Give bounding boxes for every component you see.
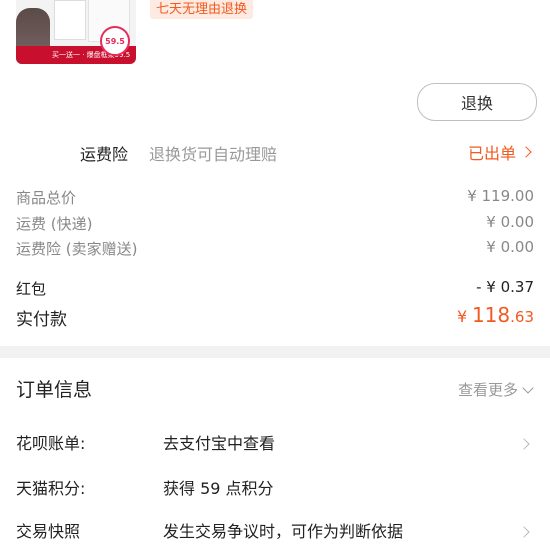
thumbnail-document-image xyxy=(54,0,86,40)
paid-label: 实付款 xyxy=(16,310,67,330)
view-more-link[interactable]: 查看更多 xyxy=(457,379,534,400)
thumbnail-price-badge: 59.5 xyxy=(100,26,130,56)
insurance-status-text: 已出单 xyxy=(467,144,516,163)
trade-snapshot-label: 交易快照 xyxy=(16,522,81,541)
order-info-title: 订单信息 xyxy=(16,379,93,401)
shipping-fee-amount: ¥ 0.00 xyxy=(486,213,534,231)
return-exchange-button[interactable]: 退换 xyxy=(417,83,537,121)
return-policy-tag: 七天无理由退换 xyxy=(150,0,254,19)
red-packet-amount: - ¥ 0.37 xyxy=(476,278,534,296)
insurance-fee-label: 运费险 (卖家赠送) xyxy=(16,240,138,258)
huabei-bill-label: 花呗账单: xyxy=(16,434,86,453)
paid-currency: ¥ xyxy=(456,307,468,326)
shipping-insurance-status[interactable]: 已出单 xyxy=(467,140,532,164)
chevron-right-icon xyxy=(520,146,532,158)
subtotal-amount: ¥ 119.00 xyxy=(467,187,534,205)
insurance-fee-amount: ¥ 0.00 xyxy=(486,238,534,256)
huabei-chevron[interactable] xyxy=(518,434,530,452)
product-thumbnail[interactable]: 买一送一 · 爆盘框架59.5 59.5 xyxy=(16,0,136,64)
shipping-fee-label: 运费 (快递) xyxy=(16,215,93,233)
chevron-down-icon xyxy=(522,381,534,394)
red-packet-label: 红包 xyxy=(16,280,47,298)
paid-decimal: .63 xyxy=(510,308,534,326)
tmall-points-value: 获得 59 点积分 xyxy=(163,479,274,498)
paid-amount: ¥ 118.63 xyxy=(457,303,534,327)
chevron-right-icon xyxy=(518,438,530,450)
subtotal-label: 商品总价 xyxy=(16,189,77,207)
snapshot-chevron[interactable] xyxy=(518,522,530,540)
section-divider xyxy=(0,346,550,358)
tmall-points-label: 天猫积分: xyxy=(16,479,86,498)
view-more-text: 查看更多 xyxy=(457,381,518,399)
paid-integer: 118 xyxy=(471,303,511,327)
shipping-insurance-label: 运费险 xyxy=(80,145,129,164)
shipping-insurance-desc: 退换货可自动理赔 xyxy=(149,145,278,164)
trade-snapshot-value[interactable]: 发生交易争议时，可作为判断依据 xyxy=(163,518,403,542)
chevron-right-icon xyxy=(518,526,530,538)
huabei-bill-value[interactable]: 去支付宝中查看 xyxy=(163,430,275,454)
